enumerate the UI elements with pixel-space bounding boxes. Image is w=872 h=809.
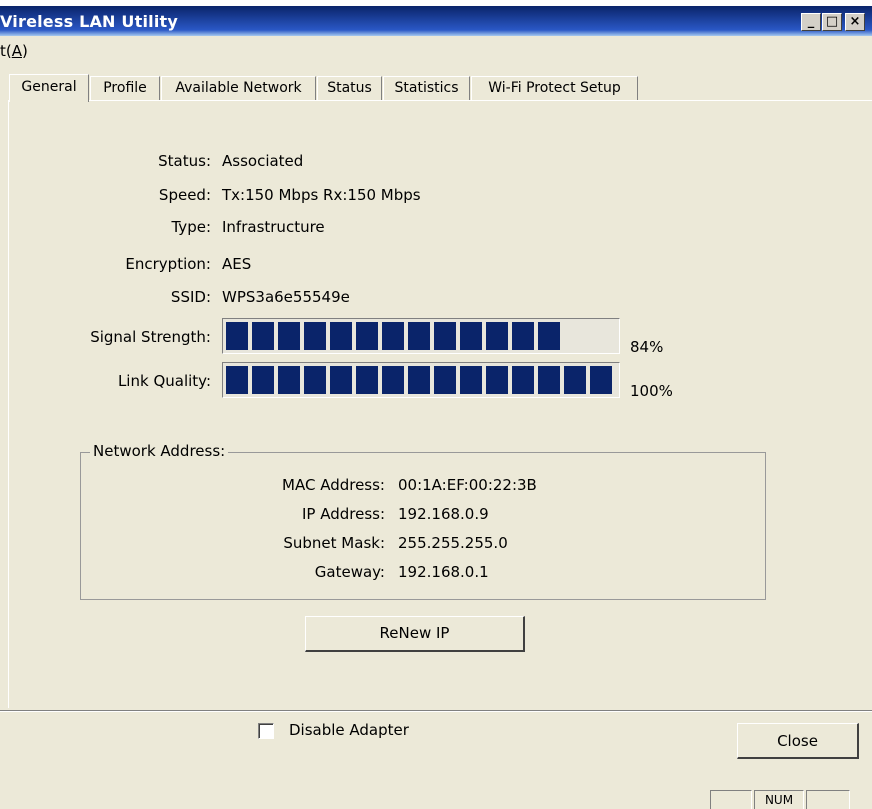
statusbar-cell-blank-2	[806, 790, 850, 809]
tab-profile[interactable]: Profile	[90, 76, 160, 100]
menu-item-suffix: )	[22, 42, 28, 60]
link-quality-bar	[222, 362, 620, 398]
level-segment	[486, 322, 508, 350]
level-segment	[304, 322, 326, 350]
mac-address-label: MAC Address:	[282, 476, 385, 494]
disable-adapter-checkbox[interactable]	[258, 723, 274, 739]
level-segment	[512, 366, 534, 394]
level-segment	[538, 366, 560, 394]
status-label: Status:	[158, 152, 211, 170]
level-segment	[226, 322, 248, 350]
level-segment	[304, 366, 326, 394]
renew-ip-button[interactable]: ReNew IP	[305, 616, 525, 652]
bottom-separator	[0, 710, 872, 712]
level-segment	[590, 366, 612, 394]
type-label: Type:	[171, 218, 211, 236]
tab-general[interactable]: General	[9, 74, 89, 102]
maximize-button[interactable]: □	[822, 13, 842, 31]
mac-address-value: 00:1A:EF:00:22:3B	[398, 476, 537, 494]
level-segment	[564, 366, 586, 394]
menu-item-prefix: t(	[0, 42, 12, 60]
menu-item-about[interactable]: t(A)	[0, 42, 28, 60]
level-segment	[460, 322, 482, 350]
level-segment	[408, 322, 430, 350]
tab-wifi-protect-setup[interactable]: Wi-Fi Protect Setup	[471, 76, 638, 100]
level-segment	[434, 322, 456, 350]
level-segment	[278, 322, 300, 350]
level-segment	[382, 322, 404, 350]
subnet-mask-value: 255.255.255.0	[398, 534, 508, 552]
level-segment	[226, 366, 248, 394]
level-segment	[382, 366, 404, 394]
level-segment	[434, 366, 456, 394]
signal-strength-fill	[226, 322, 560, 350]
signal-strength-label: Signal Strength:	[90, 328, 211, 346]
speed-label: Speed:	[158, 186, 211, 204]
level-segment	[252, 322, 274, 350]
tab-available-network[interactable]: Available Network	[161, 76, 316, 100]
level-segment	[330, 322, 352, 350]
ip-address-value: 192.168.0.9	[398, 505, 489, 523]
status-bar: NUM	[0, 782, 872, 809]
close-window-button[interactable]: ×	[845, 13, 865, 31]
encryption-label: Encryption:	[125, 255, 211, 273]
statusbar-cell-blank	[710, 790, 752, 809]
link-quality-label: Link Quality:	[117, 372, 211, 390]
network-address-title: Network Address:	[90, 442, 229, 460]
title-bar[interactable]: Vireless LAN Utility _ □ ×	[0, 0, 872, 36]
speed-value: Tx:150 Mbps Rx:150 Mbps	[222, 186, 421, 204]
encryption-value: AES	[222, 255, 252, 273]
menu-item-hotkey: A	[11, 42, 22, 60]
link-quality-percent: 100%	[630, 382, 673, 400]
level-segment	[252, 366, 274, 394]
level-segment	[330, 366, 352, 394]
status-value: Associated	[222, 152, 304, 170]
type-value: Infrastructure	[222, 218, 325, 236]
level-segment	[356, 366, 378, 394]
statusbar-num: NUM	[754, 790, 804, 809]
signal-strength-percent: 84%	[630, 338, 664, 356]
gateway-label: Gateway:	[314, 563, 385, 581]
ssid-label: SSID:	[170, 288, 211, 306]
level-segment	[486, 366, 508, 394]
window-title: Vireless LAN Utility	[0, 12, 178, 31]
minimize-button[interactable]: _	[801, 13, 821, 31]
level-segment	[408, 366, 430, 394]
subnet-mask-label: Subnet Mask:	[283, 534, 385, 552]
level-segment	[512, 322, 534, 350]
level-segment	[538, 322, 560, 350]
level-segment	[278, 366, 300, 394]
gateway-value: 192.168.0.1	[398, 563, 489, 581]
ip-address-label: IP Address:	[301, 505, 385, 523]
level-segment	[356, 322, 378, 350]
level-segment	[460, 366, 482, 394]
ssid-value: WPS3a6e55549e	[222, 288, 350, 306]
menu-bar: t(A)	[0, 38, 872, 62]
close-button[interactable]: Close	[737, 723, 859, 759]
tab-status[interactable]: Status	[317, 76, 382, 100]
link-quality-fill	[226, 366, 612, 394]
signal-strength-bar	[222, 318, 620, 354]
disable-adapter-label[interactable]: Disable Adapter	[289, 721, 409, 739]
tab-statistics[interactable]: Statistics	[383, 76, 470, 100]
